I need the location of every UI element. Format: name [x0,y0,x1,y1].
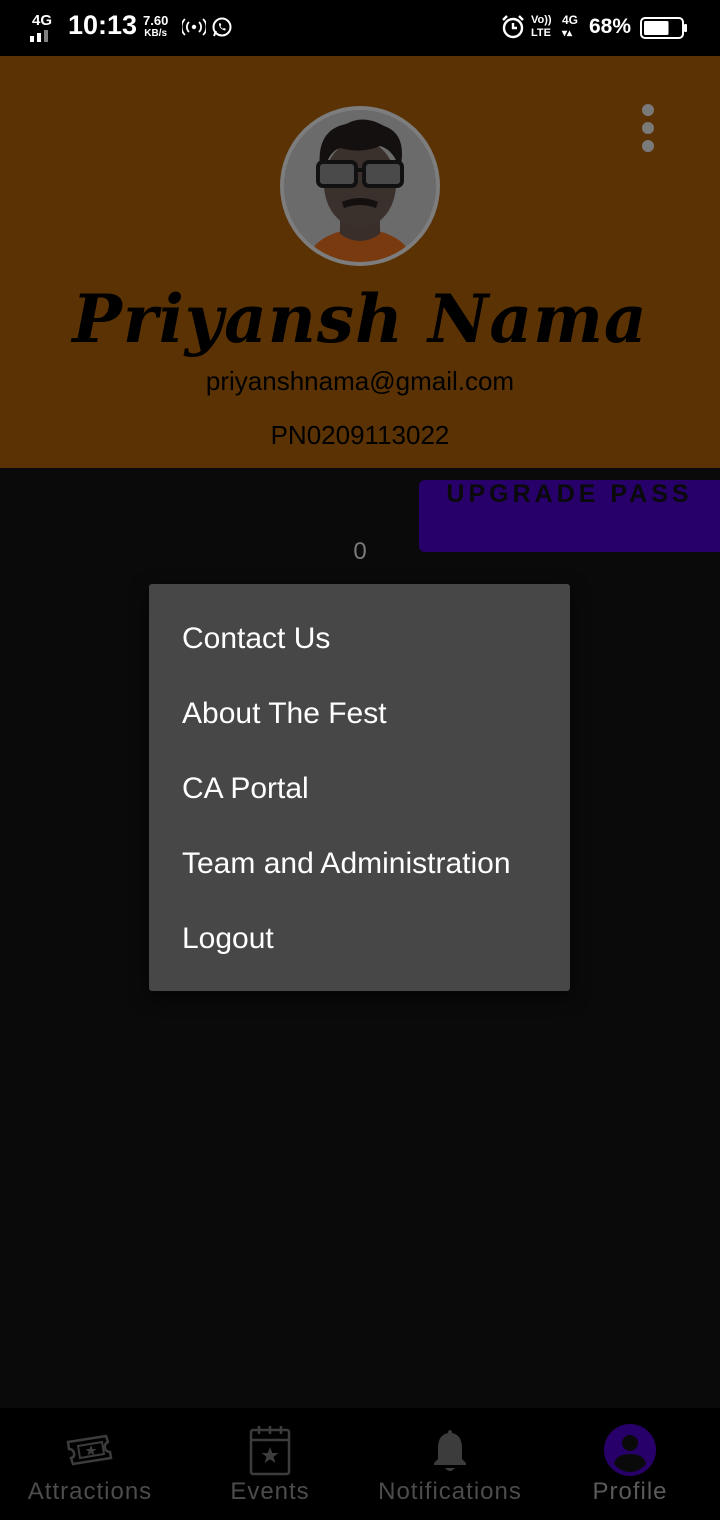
calendar-star-icon [249,1426,291,1476]
user-name: Priyansh Nama [72,280,648,358]
nav-label-events: Events [230,1478,310,1505]
signal-icon: 4G [30,12,60,42]
bottom-navigation: Attractions Events Notifications Profile [0,1408,720,1520]
volte-indicator: Vo)) LTE [531,14,552,39]
status-bar: 4G 10:13 7.60 KB/s Vo)) LTE 4G ▾▴ 68% [0,0,720,56]
clock: 10:13 [68,10,138,40]
bell-icon [434,1430,466,1471]
menu-item-logout[interactable]: Logout [182,909,562,969]
more-options-icon[interactable] [634,100,662,156]
battery-percent: 68% [589,15,632,38]
net-speed-unit: KB/s [144,28,168,39]
user-id: PN0209113022 [270,420,450,450]
profile-icon [604,1424,656,1476]
nav-item-profile[interactable]: Profile [540,1408,720,1520]
alarm-icon [502,15,524,39]
pass-count: 0 [353,538,367,565]
nav-item-attractions[interactable]: Attractions [0,1408,180,1520]
nav-item-events[interactable]: Events [180,1408,360,1520]
hotspot-icon [182,18,206,36]
nav-label-notifications: Notifications [378,1478,522,1505]
menu-item-team-and-administration[interactable]: Team and Administration [182,834,562,894]
battery-icon [640,17,687,39]
nav-label-profile: Profile [592,1478,668,1505]
menu-item-about-the-fest[interactable]: About The Fest [182,684,562,744]
menu-item-ca-portal[interactable]: CA Portal [182,759,562,819]
ticket-icon [66,1434,113,1466]
menu-item-contact-us[interactable]: Contact Us [182,609,562,669]
avatar-illustration [284,110,436,262]
network-type-2: 4G ▾▴ [562,13,579,40]
network-type: 4G [32,12,53,29]
whatsapp-icon [212,17,232,37]
user-email: priyanshnama@gmail.com [205,366,515,396]
net-speed-value: 7.60 [143,13,169,28]
upgrade-pass-button[interactable]: UPGRADE PASS [419,480,720,552]
nav-item-notifications[interactable]: Notifications [360,1408,540,1520]
nav-label-attractions: Attractions [27,1478,153,1505]
net-speed: 7.60 KB/s [143,14,168,40]
avatar [280,106,440,266]
overflow-menu: Contact Us About The Fest CA Portal Team… [149,584,570,991]
